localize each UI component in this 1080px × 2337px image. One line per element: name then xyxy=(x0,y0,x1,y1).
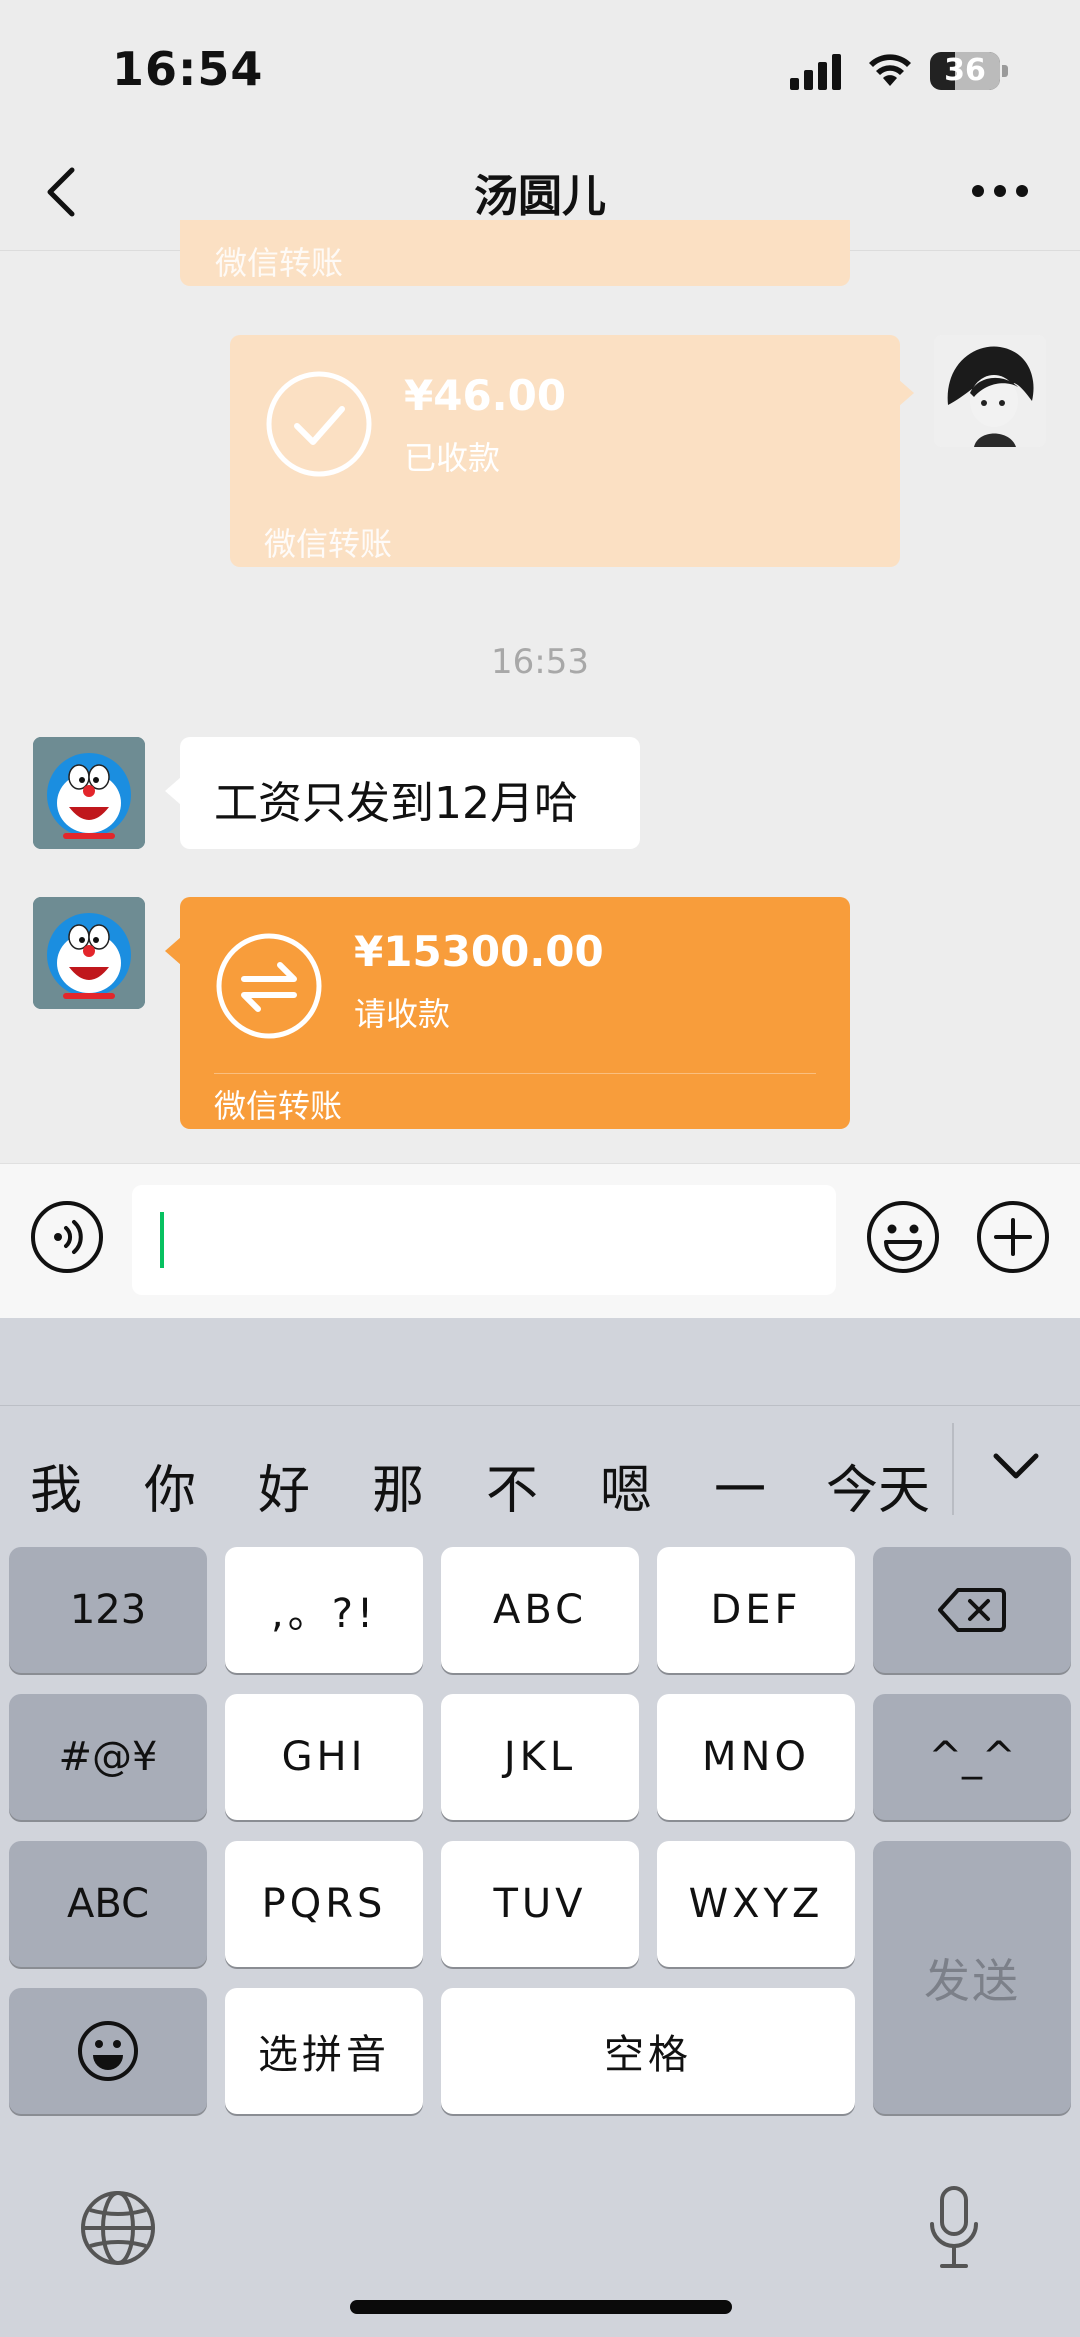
smiley-icon xyxy=(78,2021,138,2081)
my-avatar[interactable] xyxy=(934,335,1046,447)
candidate-word[interactable]: 不 xyxy=(486,1448,538,1523)
transfer-card-partial[interactable]: 微信转账 xyxy=(180,220,850,286)
transfer-status: 已收款 xyxy=(404,439,501,477)
message-text: 工资只发到12月哈 xyxy=(214,778,578,829)
cellular-signal-icon xyxy=(790,54,841,90)
candidate-word[interactable]: 你 xyxy=(144,1448,196,1523)
key-abc-switch[interactable]: ABC xyxy=(9,1841,207,1967)
key-tuv[interactable]: TUV xyxy=(441,1841,639,1967)
transfer-label: 微信转账 xyxy=(215,244,344,282)
battery-indicator: 36 xyxy=(930,52,1010,90)
transfer-amount: ¥46.00 xyxy=(404,371,567,420)
emoji-icon[interactable] xyxy=(866,1200,940,1274)
key-emoticon[interactable]: ^_^ xyxy=(873,1694,1071,1820)
candidate-word[interactable]: 一 xyxy=(714,1448,766,1523)
key-pqrs[interactable]: PQRS xyxy=(225,1841,423,1967)
status-time: 16:54 xyxy=(112,42,264,96)
candidate-word[interactable]: 今天 xyxy=(826,1448,930,1523)
transfer-card-pending[interactable]: ¥15300.00 请收款 微信转账 xyxy=(165,897,850,1129)
plus-circle-icon[interactable] xyxy=(976,1200,1050,1274)
message-timestamp: 16:53 xyxy=(491,642,589,682)
transfer-status: 请收款 xyxy=(354,995,451,1033)
backspace-icon xyxy=(938,1588,1006,1632)
message-input[interactable] xyxy=(132,1185,836,1295)
peer-avatar[interactable] xyxy=(33,737,145,849)
voice-icon[interactable] xyxy=(30,1200,104,1274)
send-key[interactable]: 发送 xyxy=(873,1841,1071,2114)
transfer-card-received[interactable]: ¥46.00 已收款 微信转账 xyxy=(230,335,914,567)
key-select-pinyin[interactable]: 选拼音 xyxy=(225,1988,423,2114)
candidate-word[interactable]: 嗯 xyxy=(600,1448,652,1523)
backspace-key[interactable] xyxy=(873,1547,1071,1673)
key-punctuation[interactable]: ,。?! xyxy=(225,1547,423,1673)
space-key[interactable]: 空格 xyxy=(441,1988,855,2114)
key-abc[interactable]: ABC xyxy=(441,1547,639,1673)
more-dots-icon[interactable] xyxy=(970,178,1030,204)
key-wxyz[interactable]: WXYZ xyxy=(657,1841,855,1967)
key-123[interactable]: 123 xyxy=(9,1547,207,1673)
globe-icon[interactable] xyxy=(78,2188,158,2268)
microphone-icon[interactable] xyxy=(926,2184,982,2272)
text-message-bubble[interactable]: 工资只发到12月哈 xyxy=(165,737,640,849)
check-circle-icon xyxy=(266,371,372,477)
key-ghi[interactable]: GHI xyxy=(225,1694,423,1820)
key-mno[interactable]: MNO xyxy=(657,1694,855,1820)
chat-title: 汤圆儿 xyxy=(474,171,606,222)
transfer-amount: ¥15300.00 xyxy=(354,927,604,976)
transfer-arrows-icon xyxy=(216,933,322,1039)
home-indicator[interactable] xyxy=(350,2300,732,2314)
text-caret xyxy=(160,1212,164,1268)
candidate-word[interactable]: 那 xyxy=(372,1448,424,1523)
key-symbols[interactable]: #@¥ xyxy=(9,1694,207,1820)
chevron-down-icon[interactable] xyxy=(990,1448,1042,1484)
key-def[interactable]: DEF xyxy=(657,1547,855,1673)
wifi-icon xyxy=(869,54,911,86)
peer-avatar[interactable] xyxy=(33,897,145,1009)
key-jkl[interactable]: JKL xyxy=(441,1694,639,1820)
emoji-key[interactable] xyxy=(9,1988,207,2114)
transfer-label: 微信转账 xyxy=(214,1087,343,1125)
transfer-label: 微信转账 xyxy=(264,525,393,563)
candidate-word[interactable]: 我 xyxy=(30,1448,82,1523)
candidate-word[interactable]: 好 xyxy=(258,1448,310,1523)
